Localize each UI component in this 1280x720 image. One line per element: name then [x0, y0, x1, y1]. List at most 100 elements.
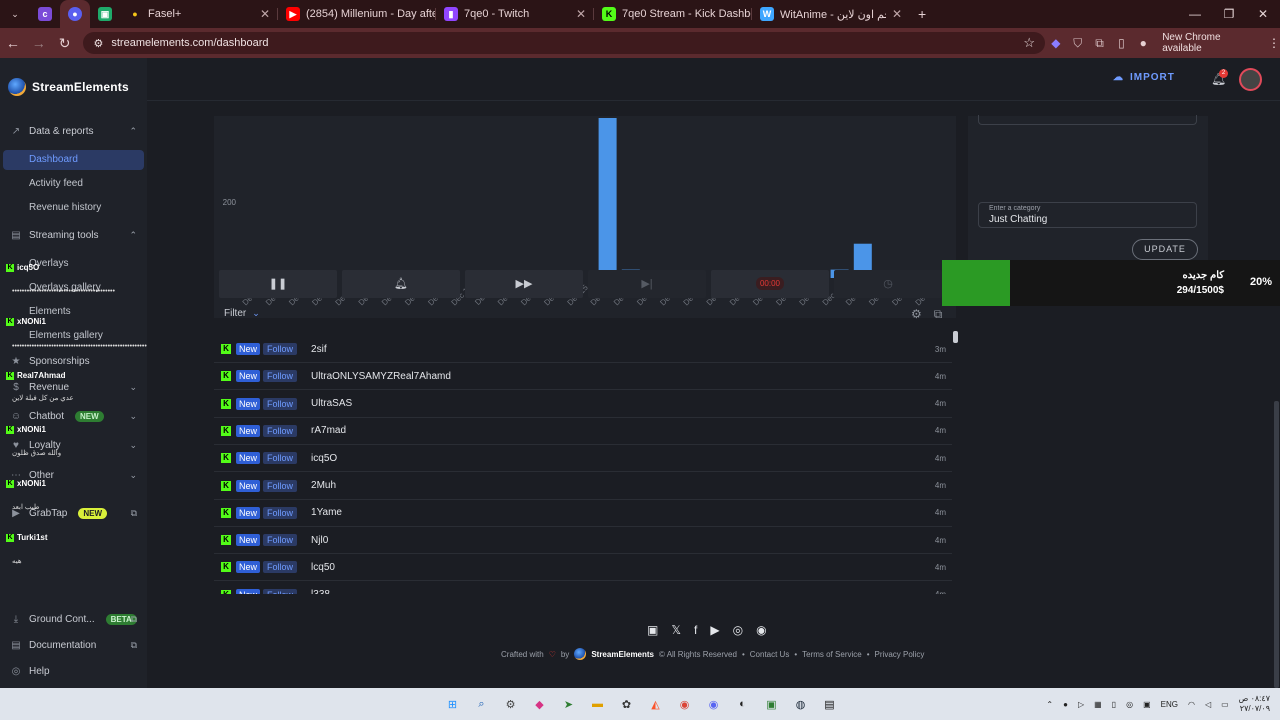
list-item[interactable]: K New Follow 2sif 3m [214, 336, 952, 363]
instagram-icon[interactable]: ◎ [733, 623, 743, 637]
tab-kick[interactable]: K7qe0 Stream - Kick Dashboard✕ [594, 0, 752, 28]
nav-streaming-tools[interactable]: ▤ Streaming tools ⌃ [0, 224, 147, 246]
pinned-tab-1[interactable]: c [30, 0, 60, 28]
wifi-icon[interactable]: ◠ [1188, 700, 1195, 709]
close-tab-icon[interactable]: ✕ [576, 7, 586, 21]
list-item[interactable]: K New Follow icq5O 4m [214, 445, 952, 473]
battery-icon[interactable]: ▭ [1221, 700, 1229, 709]
nav-activity-feed[interactable]: Activity feed [29, 178, 83, 189]
close-tab-icon[interactable]: ✕ [892, 7, 902, 21]
new-chrome-available-button[interactable]: New Chrome available ⋮ [1162, 32, 1280, 54]
list-item[interactable]: K New Follow UltraSAS 4m [214, 391, 952, 418]
site-info-icon[interactable]: ⚙ [93, 37, 103, 50]
timer-button[interactable]: 00:00 [711, 270, 829, 298]
app-icon[interactable]: ➤ [558, 693, 580, 715]
import-button[interactable]: ☁ IMPORT [1113, 72, 1175, 83]
start-icon[interactable]: ⊞ [442, 693, 464, 715]
reload-icon[interactable]: ↻ [52, 35, 78, 52]
nav-chatbot[interactable]: ☺ Chatbot NEW ⌄ [0, 405, 147, 427]
tab-youtube[interactable]: ▶(2854) Millenium - Day after da✕ [278, 0, 436, 28]
mute-alerts-button[interactable]: 🔔︎ [342, 270, 460, 298]
new-tab-button[interactable]: + [910, 0, 936, 28]
contact-us-link[interactable]: Contact Us [750, 650, 790, 659]
tab-search-button[interactable]: ⌄ [0, 0, 30, 28]
terminal-icon[interactable]: ▣ [761, 693, 783, 715]
youtube-icon[interactable]: ▶ [710, 623, 719, 637]
extensions-puzzle-icon[interactable]: ⧉ [1089, 36, 1111, 51]
nav-elements[interactable]: Elements [29, 306, 71, 317]
tray-app-icon[interactable]: ▷ [1078, 700, 1084, 709]
x-icon[interactable]: 𝕏 [671, 623, 681, 637]
tray-app-icon[interactable]: ▦ [1094, 700, 1102, 709]
search-icon[interactable]: ⌕ [471, 693, 493, 715]
clock[interactable]: ٠٨:٤٧ ص ٢٧/٠٧/٠٩ [1239, 694, 1270, 714]
feed-scrollbar[interactable] [953, 331, 958, 343]
nav-documentation[interactable]: ▤ Documentation ⧉ [0, 634, 147, 656]
profile-icon[interactable]: ● [1132, 36, 1154, 50]
skip-button[interactable]: ▶▶ [465, 270, 583, 298]
extension-icon[interactable]: ◆ [1045, 36, 1067, 50]
side-panel-icon[interactable]: ▯ [1111, 36, 1133, 50]
discord-icon[interactable]: ◉ [703, 693, 725, 715]
nav-revenue-history[interactable]: Revenue history [29, 202, 101, 213]
steam-icon[interactable]: ◍ [790, 693, 812, 715]
nav-dashboard[interactable]: Dashboard [3, 150, 144, 170]
clock-button[interactable]: ◷ [834, 270, 942, 298]
restore-icon[interactable]: ❐ [1212, 0, 1246, 28]
twitch-icon[interactable]: ▣ [647, 623, 658, 637]
page-scrollbar[interactable] [1274, 401, 1279, 688]
back-icon[interactable]: ← [0, 35, 26, 51]
category-field[interactable]: Enter a category Just Chatting [978, 202, 1197, 228]
privacy-link[interactable]: Privacy Policy [875, 650, 925, 659]
brand[interactable]: StreamElements [8, 78, 129, 96]
close-window-icon[interactable]: ✕ [1246, 0, 1280, 28]
skip-next-button[interactable]: ▶| [588, 270, 706, 298]
pause-button[interactable]: ❚❚ [219, 270, 337, 298]
forward-icon[interactable]: → [26, 35, 52, 51]
minimize-icon[interactable]: — [1178, 0, 1212, 28]
chart-bar[interactable] [598, 118, 617, 278]
tab-witanime[interactable]: W WitAnime - مشاهدة الأنمي المترجم اون لا… [752, 0, 910, 28]
nav-elements-gallery[interactable]: Elements gallery [29, 330, 103, 341]
list-item[interactable]: K New Follow 2Muh 4m [214, 473, 952, 500]
discord-icon[interactable]: ◉ [756, 623, 766, 637]
nav-ground-control[interactable]: ⤓ Ground Cont... BETA ⧉ [0, 608, 147, 630]
tray-app-icon[interactable]: ● [1063, 700, 1068, 709]
language-indicator[interactable]: ENG [1161, 700, 1178, 709]
shield-icon[interactable]: ⛉ [1067, 36, 1089, 51]
gear-icon[interactable]: ⚙ [911, 307, 922, 322]
app-icon[interactable]: ◆ [529, 693, 551, 715]
list-item[interactable]: K New Follow rA7mad 4m [214, 418, 952, 445]
close-tab-icon[interactable]: ✕ [260, 7, 270, 21]
list-item[interactable]: K New Follow 1Yame 4m [214, 500, 952, 527]
list-item[interactable]: K New Follow UltraONLYSAMYZReal7Ahamd 4m [214, 363, 952, 391]
nav-help[interactable]: ◎ Help [0, 660, 147, 682]
tab-fasel[interactable]: ● Fasel+ ✕ [120, 0, 278, 28]
chrome-icon[interactable]: ◉ [674, 693, 696, 715]
list-item[interactable]: K NewFollow l338 4m [214, 582, 952, 594]
tray-app-icon[interactable]: ▣ [1143, 700, 1151, 709]
nav-data-reports[interactable]: ↗ Data & reports ⌃ [0, 120, 147, 142]
title-field[interactable] [978, 115, 1197, 125]
terms-link[interactable]: Terms of Service [802, 650, 862, 659]
volume-icon[interactable]: ◁ [1205, 700, 1211, 709]
avatar[interactable] [1239, 68, 1262, 91]
tray-app-icon[interactable]: ▯ [1112, 700, 1116, 709]
pinned-tab-2[interactable]: ● [60, 0, 90, 28]
bookmark-star-icon[interactable]: ☆ [1023, 35, 1035, 51]
address-bar[interactable]: ⚙ streamelements.com/dashboard ☆ [83, 32, 1045, 54]
filter-dropdown[interactable]: Filter ⌄ [224, 308, 260, 319]
list-item[interactable]: K New Follow Njl0 4m [214, 527, 952, 555]
settings-icon[interactable]: ⚙ [500, 693, 522, 715]
chevron-up-icon[interactable]: ⌃ [1046, 700, 1053, 709]
nav-sponsorships[interactable]: ★ Sponsorships [0, 350, 147, 372]
menu-kebab-icon[interactable]: ⋮ [1268, 36, 1280, 50]
facebook-icon[interactable]: f [694, 623, 697, 637]
obs-icon[interactable]: ◐ [732, 693, 754, 715]
app-icon[interactable]: ✿ [616, 693, 638, 715]
tab-twitch[interactable]: ▮ 7qe0 - Twitch ✕ [436, 0, 594, 28]
brave-icon[interactable]: ◭ [645, 693, 667, 715]
folder-icon[interactable]: ▬ [587, 693, 609, 715]
popout-icon[interactable]: ⧉ [934, 307, 943, 322]
list-item[interactable]: K New Follow lcq50 4m [214, 554, 952, 582]
